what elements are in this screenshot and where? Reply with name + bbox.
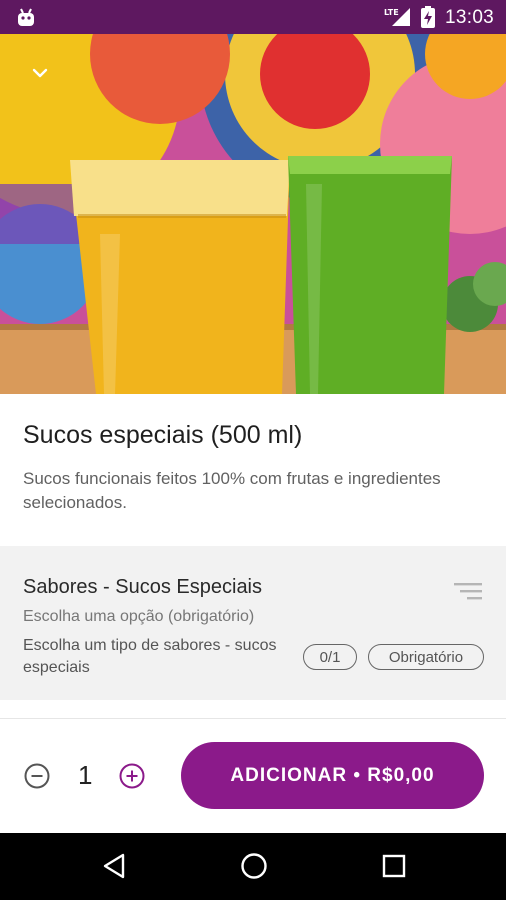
product-title: Sucos especiais (500 ml) xyxy=(23,421,303,449)
filter-list-icon xyxy=(454,583,482,600)
navigation-bar xyxy=(0,833,506,900)
selection-count-badge: 0/1 xyxy=(303,644,357,670)
chevron-down-icon[interactable] xyxy=(24,58,56,90)
back-icon[interactable] xyxy=(102,853,126,879)
add-to-cart-button[interactable]: ADICIONAR • R$0,00 xyxy=(181,742,484,809)
plus-circle-icon[interactable] xyxy=(119,763,145,789)
status-bar: LTE 13:03 xyxy=(0,0,506,34)
option-group[interactable]: Sabores - Sucos Especiais Escolha uma op… xyxy=(0,546,506,700)
svg-text:LTE: LTE xyxy=(384,8,399,17)
product-description: Sucos funcionais feitos 100% com frutas … xyxy=(23,469,441,512)
two-glasses-of-juice-photo xyxy=(0,34,506,394)
option-group-subtitle: Escolha uma opção (obrigatório) xyxy=(23,608,255,625)
divider xyxy=(0,718,506,719)
battery-icon xyxy=(421,6,435,28)
status-time: 13:03 xyxy=(445,7,495,28)
lte-signal-icon: LTE xyxy=(384,8,410,26)
home-icon[interactable] xyxy=(240,852,268,880)
required-badge: Obrigatório xyxy=(368,644,484,670)
minus-circle-icon[interactable] xyxy=(24,763,50,789)
android-icon xyxy=(18,8,34,26)
product-image xyxy=(0,34,506,394)
option-group-description: Escolha um tipo de sabores - sucos espec… xyxy=(23,637,277,676)
option-group-title: Sabores - Sucos Especiais xyxy=(23,576,263,598)
recents-icon[interactable] xyxy=(382,854,406,878)
quantity-value: 1 xyxy=(78,760,93,790)
